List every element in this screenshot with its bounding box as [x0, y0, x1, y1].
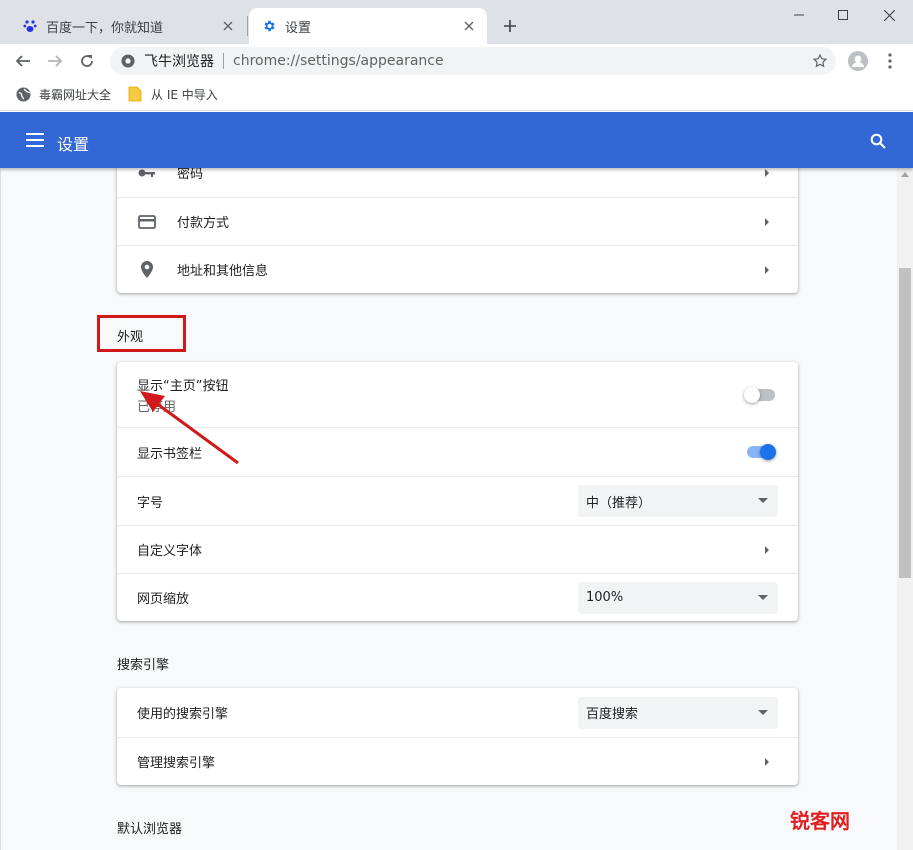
appearance-card: 显示“主页”按钮 已停用 显示书签栏 字号 中（推荐） 自定义字体 网页缩放 1…	[117, 362, 798, 621]
row-font-size: 字号 中（推荐）	[117, 476, 798, 525]
bookmark-star-icon[interactable]	[810, 51, 830, 71]
row-label: 显示书签栏	[137, 446, 203, 462]
key-icon	[137, 168, 157, 183]
tab-strip: 百度一下，你就知道 设置	[0, 0, 913, 44]
row-manage-search-engines[interactable]: 管理搜索引擎	[117, 737, 798, 785]
row-show-home-button[interactable]: 显示“主页”按钮 已停用	[117, 362, 798, 427]
reload-icon[interactable]	[75, 49, 99, 73]
chevron-right-icon	[762, 544, 772, 556]
row-label: 地址和其他信息	[177, 264, 269, 279]
tab-title: 百度一下，你就知道	[46, 20, 164, 36]
profile-avatar-icon[interactable]	[846, 49, 870, 73]
row-label: 字号	[137, 495, 164, 511]
baidu-paw-icon	[22, 18, 38, 34]
settings-content: 密码 付款方式 地址和其他信息 外观 显示“主页”按钮 已停用 显示书签栏 字号…	[0, 168, 897, 850]
font-size-select[interactable]: 中（推荐）	[578, 485, 778, 517]
select-value: 百度搜索	[586, 707, 639, 722]
toolbar: 飞牛浏览器 chrome://settings/appearance	[0, 44, 913, 78]
row-show-bookmarks-bar[interactable]: 显示书签栏	[117, 427, 798, 476]
tab-title: 设置	[285, 20, 312, 36]
select-value: 100%	[586, 590, 624, 605]
row-passwords[interactable]: 密码	[117, 168, 798, 197]
dropdown-caret-icon	[758, 594, 768, 600]
back-arrow-icon[interactable]	[11, 49, 35, 73]
close-tab-icon[interactable]	[220, 18, 236, 34]
minimize-icon[interactable]	[776, 0, 822, 30]
watermark-text: 锐客网	[790, 809, 850, 833]
scroll-up-arrow-icon[interactable]	[901, 172, 909, 177]
row-label: 网页缩放	[137, 592, 190, 607]
annotation-highlight-box	[97, 315, 186, 352]
row-label: 使用的搜索引擎	[137, 707, 229, 722]
bookmark-label: 从 IE 中导入	[151, 87, 218, 102]
scrollbar-thumb[interactable]	[899, 268, 911, 578]
url-text: chrome://settings/appearance	[233, 53, 444, 69]
row-label: 付款方式	[177, 216, 230, 231]
omnibox-divider	[223, 53, 224, 69]
scrollbar[interactable]	[897, 168, 913, 850]
credit-card-icon	[137, 212, 157, 232]
search-icon[interactable]	[866, 129, 890, 153]
tab-separator	[247, 16, 248, 36]
tab-baidu[interactable]: 百度一下，你就知道	[10, 8, 246, 44]
chrome-logo-icon	[120, 53, 136, 69]
toggle-knob	[744, 386, 760, 403]
select-value: 中（推荐）	[586, 495, 652, 511]
dropdown-caret-icon	[758, 498, 768, 503]
chevron-right-icon	[762, 168, 772, 179]
close-tab-icon[interactable]	[461, 18, 477, 34]
bookmark-duba[interactable]: 毒霸网址大全	[15, 83, 111, 105]
globe-icon	[15, 86, 31, 102]
more-menu-icon[interactable]	[878, 49, 902, 73]
section-title-search-engine: 搜索引擎	[117, 658, 170, 673]
close-window-icon[interactable]	[866, 0, 912, 30]
dropdown-caret-icon	[758, 709, 768, 715]
page-zoom-select[interactable]: 100%	[578, 581, 778, 614]
bookmarks-bar-toggle[interactable]	[744, 442, 778, 462]
settings-header: 设置	[0, 112, 913, 168]
new-tab-button[interactable]	[498, 14, 522, 38]
folder-icon	[127, 86, 143, 102]
forward-arrow-icon[interactable]	[43, 49, 67, 73]
row-payment-methods[interactable]: 付款方式	[117, 197, 798, 245]
row-page-zoom: 网页缩放 100%	[117, 573, 798, 621]
page-title: 设置	[57, 135, 90, 154]
toggle-knob	[760, 444, 776, 460]
search-engine-select[interactable]: 百度搜索	[578, 696, 778, 729]
chevron-right-icon	[762, 264, 772, 276]
chevron-right-icon	[762, 756, 772, 768]
bookmark-import-ie[interactable]: 从 IE 中导入	[127, 83, 218, 105]
row-custom-fonts[interactable]: 自定义字体	[117, 525, 798, 573]
row-search-engine: 使用的搜索引擎 百度搜索	[117, 688, 798, 737]
autofill-card: 密码 付款方式 地址和其他信息	[117, 168, 798, 293]
search-engine-card: 使用的搜索引擎 百度搜索 管理搜索引擎	[117, 688, 798, 785]
row-label: 管理搜索引擎	[137, 756, 216, 771]
row-label: 显示“主页”按钮	[137, 379, 229, 394]
bookmark-label: 毒霸网址大全	[39, 87, 112, 102]
watermark-logo: 锐客网	[790, 805, 850, 834]
site-name: 飞牛浏览器	[144, 54, 214, 70]
row-label: 密码	[177, 168, 204, 182]
bookmarks-bar: 毒霸网址大全 从 IE 中导入	[0, 78, 913, 111]
home-button-toggle[interactable]	[744, 385, 778, 405]
maximize-icon[interactable]	[820, 0, 866, 30]
address-bar[interactable]: 飞牛浏览器 chrome://settings/appearance	[110, 47, 836, 75]
gear-icon	[261, 18, 277, 34]
tab-settings[interactable]: 设置	[249, 8, 487, 44]
row-label-group: 显示“主页”按钮 已停用	[137, 375, 228, 415]
section-title-default-browser: 默认浏览器	[117, 822, 183, 837]
row-addresses[interactable]: 地址和其他信息	[117, 245, 798, 293]
row-sublabel: 已停用	[137, 400, 177, 415]
hamburger-menu-icon[interactable]	[24, 130, 46, 150]
row-label: 自定义字体	[137, 544, 203, 559]
chevron-right-icon	[762, 216, 772, 228]
location-pin-icon	[137, 260, 157, 280]
